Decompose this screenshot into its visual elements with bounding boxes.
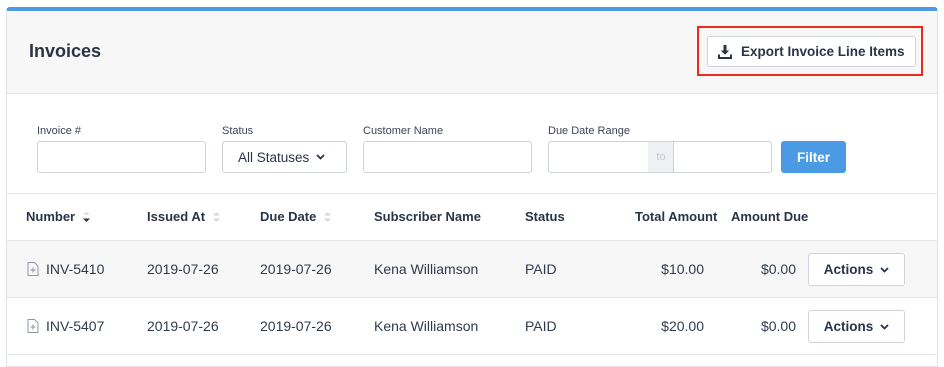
due-date-to-input[interactable] — [673, 141, 772, 173]
total-amount-cell: $10.00 — [661, 261, 704, 277]
page-title: Invoices — [29, 41, 102, 61]
invoice-file-icon — [27, 262, 39, 276]
subscriber-name-cell: Kena Williamson — [374, 318, 479, 334]
due-date-cell: 2019-07-26 — [260, 318, 332, 334]
subscriber-name-cell: Kena Williamson — [374, 261, 479, 277]
customer-name-label: Customer Name — [363, 125, 444, 137]
actions-label: Actions — [823, 319, 874, 334]
status-cell: PAID — [525, 261, 557, 277]
column-label: Due Date — [260, 209, 317, 224]
panel-header: Invoices Export Invoice Line Items — [7, 11, 937, 94]
column-label: Number — [26, 209, 76, 224]
column-header-total-amount: Total Amount — [635, 209, 718, 224]
table-row: INV-5410 2019-07-26 2019-07-26 Kena Will… — [7, 241, 937, 298]
chevron-down-icon — [316, 154, 325, 160]
column-header-subscriber-name: Subscriber Name — [374, 209, 481, 224]
export-button-label: Export Invoice Line Items — [741, 44, 905, 59]
column-header-due-date[interactable]: Due Date — [260, 209, 332, 224]
chevron-down-icon — [880, 266, 889, 273]
filter-button[interactable]: Filter — [781, 141, 846, 173]
due-date-range-label: Due Date Range — [548, 125, 630, 137]
table-row: INV-5407 2019-07-26 2019-07-26 Kena Will… — [7, 298, 937, 355]
status-label: Status — [222, 125, 254, 137]
invoice-number-label: Invoice # — [37, 125, 82, 137]
table-header: Number Issued At Due Date Subscriber Nam… — [7, 194, 937, 241]
invoice-number: INV-5410 — [46, 261, 105, 277]
sort-icon — [324, 211, 332, 222]
column-header-status: Status — [525, 209, 565, 224]
sort-icon — [83, 211, 91, 222]
invoice-number-cell[interactable]: INV-5410 — [27, 261, 104, 277]
status-select-value: All Statuses — [238, 149, 310, 165]
amount-due-cell: $0.00 — [760, 318, 796, 334]
status-select[interactable]: All Statuses — [222, 141, 347, 173]
invoice-number-cell[interactable]: INV-5407 — [27, 318, 104, 334]
due-date-from-input[interactable] — [548, 141, 649, 173]
download-icon — [718, 44, 732, 59]
column-label: Issued At — [147, 209, 206, 224]
chevron-down-icon — [880, 323, 889, 330]
invoice-number: INV-5407 — [46, 318, 105, 334]
export-invoice-line-items-button[interactable]: Export Invoice Line Items — [707, 36, 916, 67]
issued-at-cell: 2019-07-26 — [147, 318, 219, 334]
invoice-file-icon — [27, 319, 39, 333]
status-cell: PAID — [525, 318, 557, 334]
actions-dropdown-button[interactable]: Actions — [808, 310, 905, 343]
total-amount-cell: $20.00 — [661, 318, 704, 334]
customer-name-input[interactable] — [363, 141, 532, 173]
column-header-amount-due: Amount Due — [731, 209, 809, 224]
filter-bar: Invoice # Status All Statuses Customer N… — [7, 94, 937, 194]
highlight-box: Export Invoice Line Items — [697, 26, 923, 76]
sort-icon — [213, 211, 221, 222]
date-range-separator: to — [648, 141, 674, 173]
amount-due-cell: $0.00 — [760, 261, 796, 277]
invoice-number-input[interactable] — [37, 141, 206, 173]
invoices-panel: Invoices Export Invoice Line Items Invoi… — [6, 7, 938, 367]
actions-dropdown-button[interactable]: Actions — [808, 253, 905, 286]
column-header-number[interactable]: Number — [26, 209, 91, 224]
column-header-issued-at[interactable]: Issued At — [147, 209, 221, 224]
issued-at-cell: 2019-07-26 — [147, 261, 219, 277]
actions-label: Actions — [823, 262, 874, 277]
due-date-cell: 2019-07-26 — [260, 261, 332, 277]
